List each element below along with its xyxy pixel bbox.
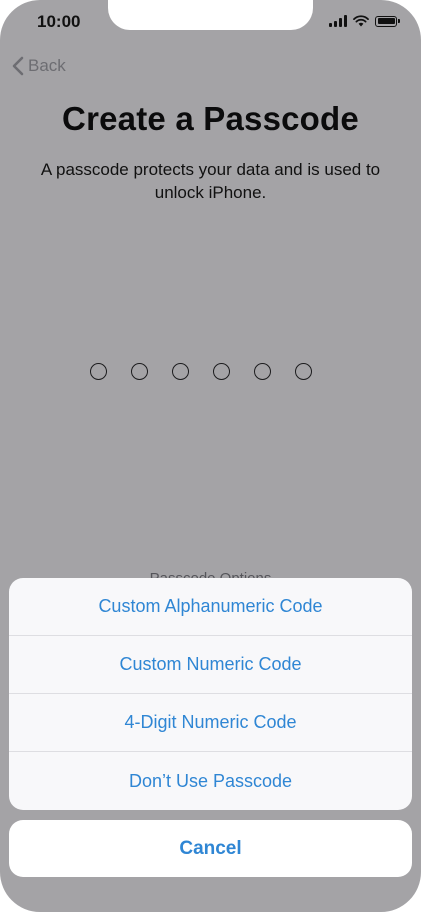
notch: [108, 0, 313, 30]
action-sheet-item[interactable]: Don’t Use Passcode: [9, 752, 412, 810]
status-time: 10:00: [37, 12, 81, 31]
passcode-dot: [90, 363, 107, 380]
phone-screen: 10:00 Back Create a Passcode A passcode …: [0, 0, 421, 912]
passcode-dot: [295, 363, 312, 380]
cancel-button[interactable]: Cancel: [9, 820, 412, 877]
action-sheet: Custom Alphanumeric Code Custom Numeric C…: [9, 578, 412, 810]
action-sheet-item[interactable]: Custom Alphanumeric Code: [9, 578, 412, 636]
back-label: Back: [28, 56, 66, 75]
wifi-icon: [353, 15, 369, 27]
passcode-dots: [90, 363, 312, 380]
passcode-dot: [213, 363, 230, 380]
passcode-dot: [254, 363, 271, 380]
action-sheet-item[interactable]: 4-Digit Numeric Code: [9, 694, 412, 752]
status-icons: [329, 15, 400, 27]
chevron-left-icon: [12, 56, 24, 76]
passcode-dot: [131, 363, 148, 380]
page-subtitle: A passcode protects your data and is use…: [40, 160, 381, 202]
action-sheet-item[interactable]: Custom Numeric Code: [9, 636, 412, 694]
signal-icon: [329, 15, 347, 27]
back-button[interactable]: Back: [12, 56, 66, 76]
passcode-dot: [172, 363, 189, 380]
battery-icon: [375, 15, 400, 27]
page-title: Create a Passcode: [62, 100, 359, 137]
